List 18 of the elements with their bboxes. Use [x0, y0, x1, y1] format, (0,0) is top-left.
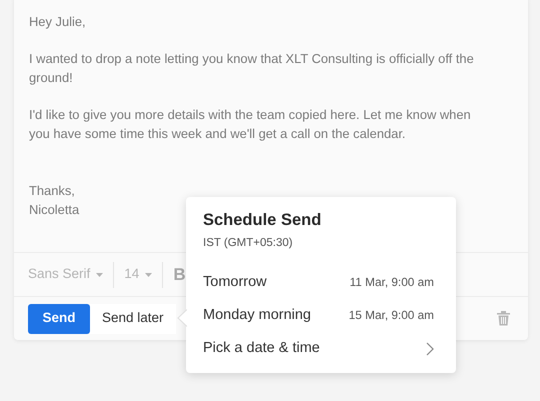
- schedule-option[interactable]: Monday morning 15 Mar, 9:00 am: [203, 299, 456, 332]
- paragraph: I'd like to give you more details with the team copied here. Let me know when you have some time this week and we'll get a call on the calendar.: [29, 106, 472, 143]
- schedule-option[interactable]: Pick a date & time: [203, 332, 456, 366]
- signoff-line: Nicoletta: [29, 201, 80, 219]
- caret-icon: [145, 272, 152, 276]
- paragraph: Hey Julie,: [29, 13, 87, 31]
- schedule-option[interactable]: Tomorrow 11 Mar, 9:00 am: [203, 266, 456, 300]
- send-button[interactable]: Send: [28, 304, 90, 334]
- paragraph: I wanted to drop a note letting you know that XLT Consulting is officially off the ground!: [29, 50, 475, 87]
- caret-icon: [96, 272, 104, 276]
- option-time: 11 Mar, 9:00 am: [350, 274, 434, 291]
- chevron-right-icon: [426, 342, 434, 356]
- option-time: 15 Mar, 9:00 am: [348, 306, 434, 324]
- popover-title: Schedule Send: [203, 211, 322, 231]
- timezone-label: IST (GMT+05:30): [203, 236, 294, 251]
- signoff-line: Thanks,: [29, 182, 76, 200]
- send-later-button[interactable]: Send later: [90, 304, 176, 334]
- trash-icon[interactable]: [497, 311, 510, 326]
